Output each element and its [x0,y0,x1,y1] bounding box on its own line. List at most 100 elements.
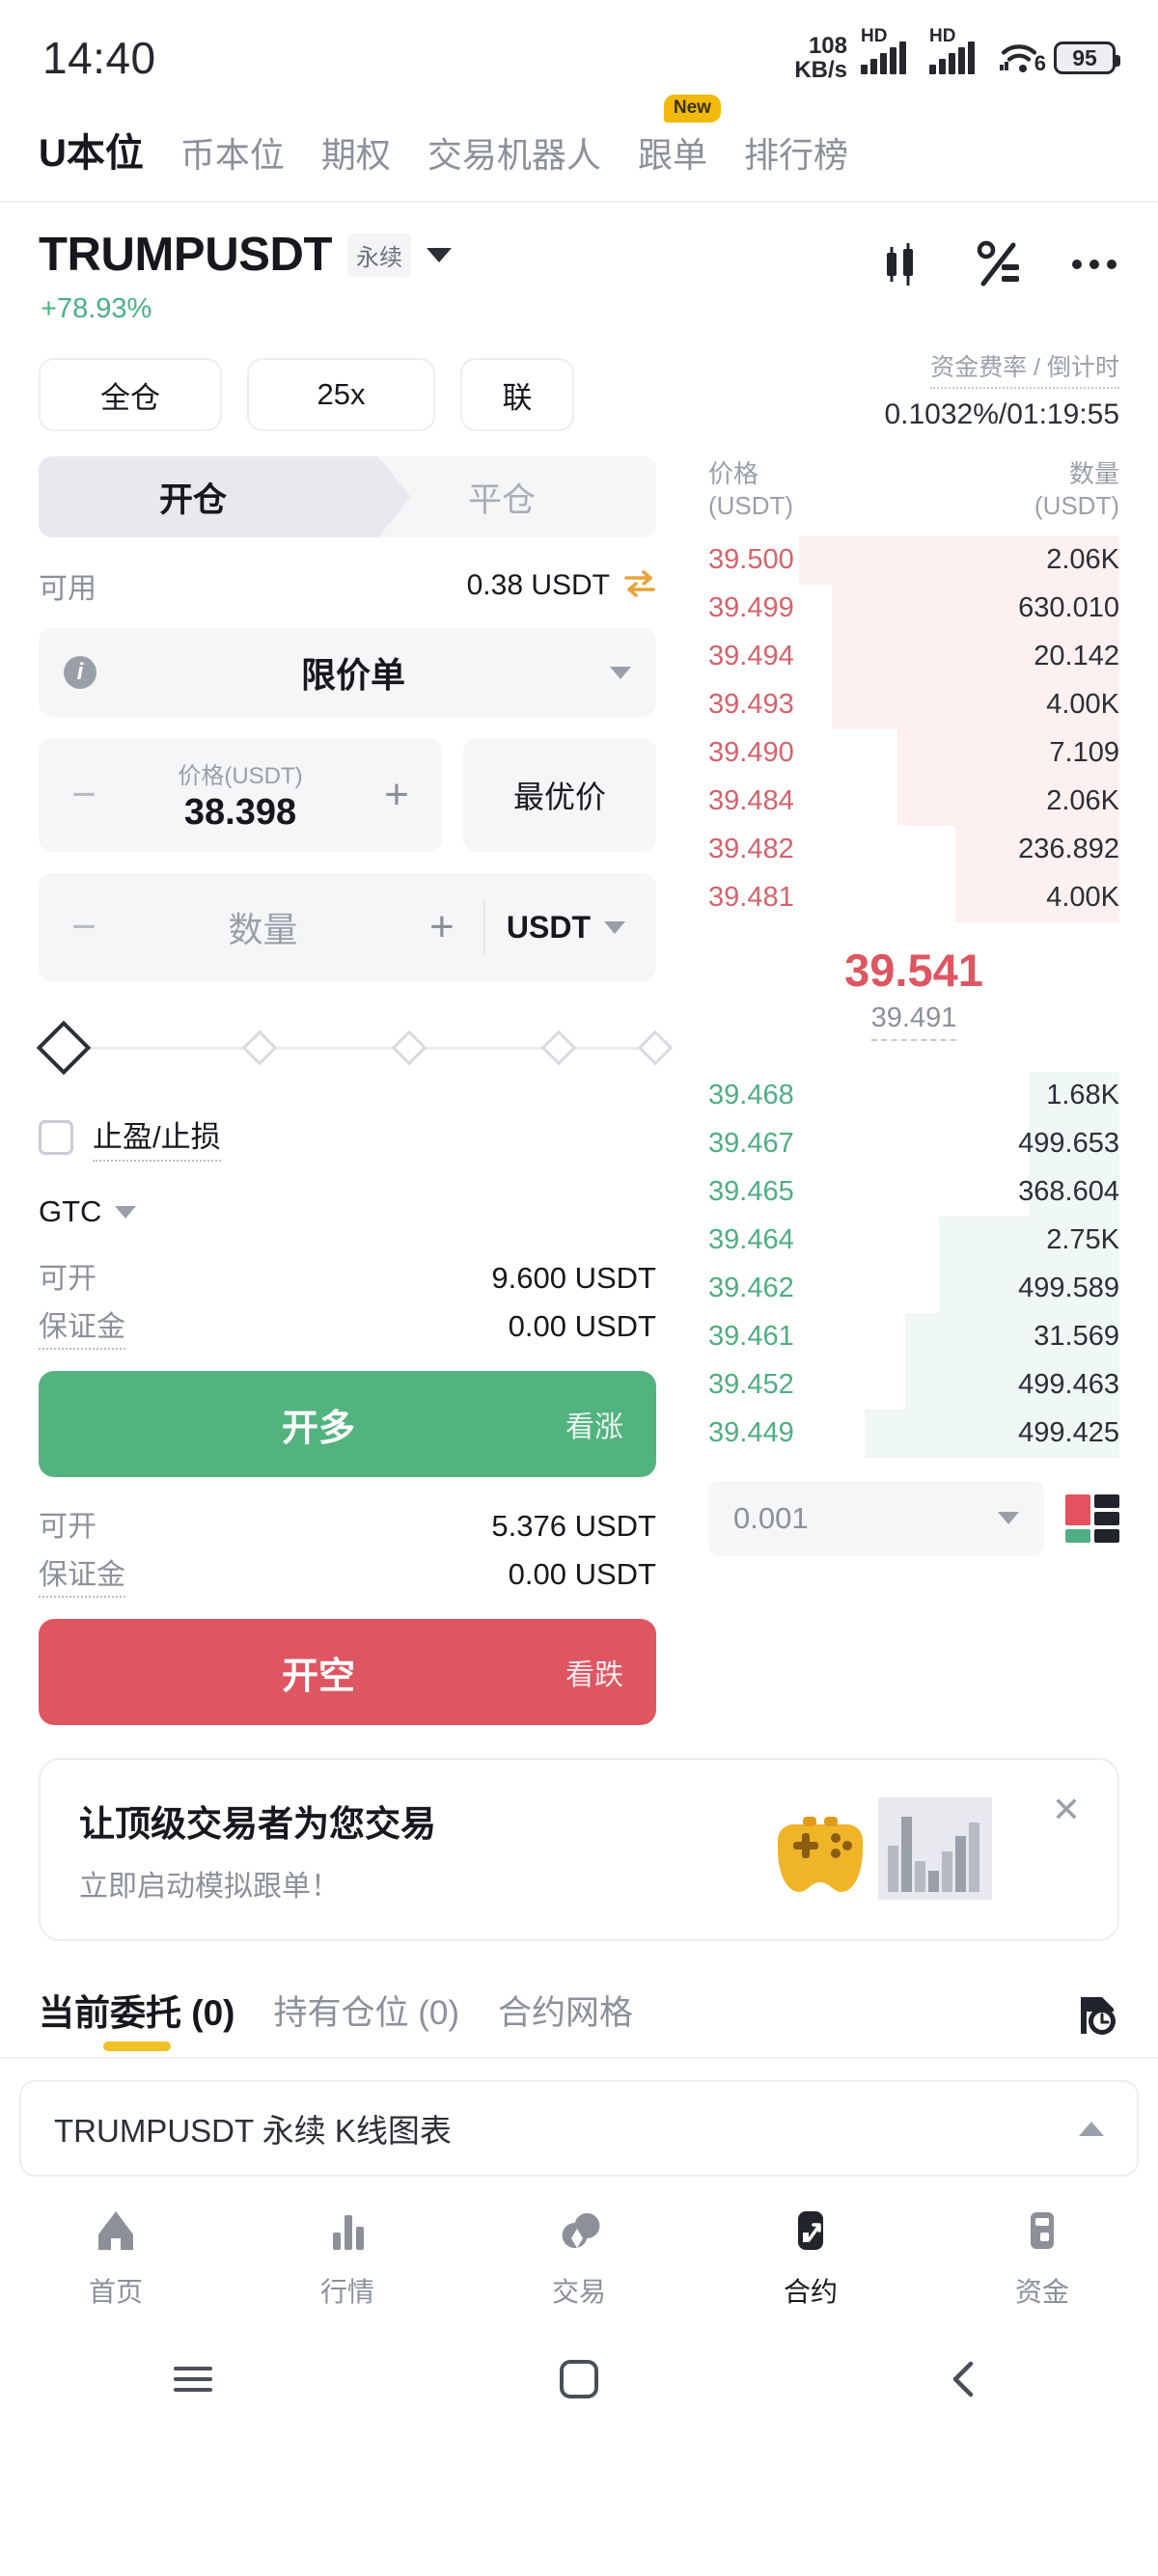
system-menu-button[interactable] [0,2363,386,2396]
candlestick-chart-icon[interactable] [880,239,930,294]
nav-assets[interactable]: 资金 [926,2206,1158,2310]
wifi-icon: 6 [998,41,1046,75]
qty-unit-select[interactable]: USDT [507,910,631,945]
tpsl-checkbox[interactable] [39,1119,73,1155]
quantity-input[interactable]: − 数量 + USDT [39,873,656,981]
tab-options[interactable]: 期权 [321,127,391,179]
margin-mode-button[interactable]: 全仓 [39,358,222,431]
bid-row[interactable]: 39.461 31.569 [708,1312,1119,1361]
tab-trading-bot[interactable]: 交易机器人 [427,127,601,179]
funding-label[interactable]: 资金费率 / 倒计时 [930,348,1119,389]
nav-futures[interactable]: 合约 [695,2206,926,2310]
ask-row[interactable]: 39.500 2.06K [708,535,1119,585]
price-decrement-button[interactable]: − [64,774,104,816]
orderbook: 资金费率 / 倒计时 0.1032%/01:19:55 价格 (USDT) 数量… [695,348,1158,1556]
short-avail-label: 可开 [39,1511,96,1543]
open-long-button[interactable]: 开多 看涨 [39,1371,656,1477]
tab-positions[interactable]: 持有仓位 (0) [274,1986,460,2052]
tick-size-select[interactable]: 0.001 [708,1480,1044,1556]
position-mode-button[interactable]: 联 [460,358,574,431]
tpsl-label[interactable]: 止盈/止损 [93,1112,221,1162]
price-value[interactable]: 38.398 [104,792,376,834]
amount-slider[interactable] [36,1020,674,1078]
chevron-down-icon[interactable] [610,666,631,679]
bid-row[interactable]: 39.468 1.68K [708,1071,1119,1120]
tab-coin-based[interactable]: 币本位 [180,127,285,179]
ask-row[interactable]: 39.499 630.010 [708,584,1119,633]
best-price-button[interactable]: 最优价 [463,738,656,852]
symbol-info[interactable]: TRUMPUSDT 永续 +78.93% [39,228,452,325]
nav-trade[interactable]: 交易 [463,2206,695,2310]
info-icon[interactable]: i [64,656,96,689]
ask-row[interactable]: 39.490 7.109 [708,728,1119,778]
tab-u-based[interactable]: U本位 [39,122,144,179]
chevron-up-icon[interactable] [1079,2121,1104,2136]
segment-close[interactable]: 平仓 [347,456,656,537]
chevron-down-icon[interactable] [604,920,625,934]
price-increment-button[interactable]: + [376,774,417,816]
banner-text: 让顶级交易者为您交易 立即启动模拟跟单！ [79,1795,436,1905]
tab-open-orders[interactable]: 当前委托 (0) [39,1984,235,2053]
orderbook-col-qty: 数量 (USDT) [1034,459,1119,521]
qty-decrement-button[interactable]: − [64,906,104,948]
bottom-nav[interactable]: 首页 行情 交易 合约 资金 [0,2177,1158,2321]
tpsl-row[interactable]: 止盈/止损 [39,1112,656,1162]
slider-tick-75[interactable] [540,1029,577,1066]
slider-tick-50[interactable] [391,1029,427,1066]
top-tab-bar[interactable]: U本位 币本位 期权 交易机器人 跟单 New 排行榜 [0,95,1158,201]
order-type-select[interactable]: i 限价单 [39,628,656,717]
segment-open[interactable]: 开仓 [39,456,347,537]
time-in-force-select[interactable]: GTC [39,1194,656,1229]
nav-markets[interactable]: 行情 [232,2206,463,2310]
signal-bars-1-icon: HD [861,26,916,74]
tab-futures-grid[interactable]: 合约网格 [498,1986,633,2052]
bid-row[interactable]: 39.465 368.604 [708,1167,1119,1217]
copy-trading-banner[interactable]: 让顶级交易者为您交易 立即启动模拟跟单！ ✕ [39,1758,1119,1941]
system-back-button[interactable] [772,2358,1158,2400]
slider-tick-25[interactable] [241,1029,278,1066]
symbol-name[interactable]: TRUMPUSDT [39,228,332,282]
chevron-down-icon[interactable] [427,247,452,262]
row-qty: 630.010 [1018,592,1119,624]
ask-row[interactable]: 39.494 20.142 [708,632,1119,681]
tab-copy-trading[interactable]: 跟单 New [638,95,721,179]
system-home-button[interactable] [386,2358,772,2400]
ask-row[interactable]: 39.481 4.00K [708,873,1119,922]
transfer-icon[interactable] [623,569,656,603]
more-options-icon[interactable] [1069,255,1119,279]
calculator-icon[interactable] [975,239,1025,294]
bid-row[interactable]: 39.464 2.75K [708,1216,1119,1265]
system-nav-bar[interactable] [0,2321,1158,2437]
price-input[interactable]: − 价格(USDT) 38.398 + [39,738,442,852]
order-tab-bar[interactable]: 当前委托 (0) 持有仓位 (0) 合约网格 [0,1941,1158,2053]
mark-price[interactable]: 39.491 [870,1002,957,1041]
tab-leaderboard[interactable]: 排行榜 [744,127,848,179]
chevron-down-icon[interactable] [998,1512,1019,1525]
bid-row[interactable]: 39.462 499.589 [708,1264,1119,1313]
depth-layout-toggle-icon[interactable] [1065,1494,1119,1543]
bid-row[interactable]: 39.452 499.463 [708,1360,1119,1410]
kline-chart-bar[interactable]: TRUMPUSDT 永续 K线图表 [19,2080,1139,2177]
bid-row[interactable]: 39.467 499.653 [708,1119,1119,1168]
chevron-down-icon[interactable] [115,1205,137,1219]
bid-row[interactable]: 39.449 499.425 [708,1409,1119,1458]
long-avail-label: 可开 [39,1263,96,1295]
markets-icon [333,2215,364,2250]
ask-row[interactable]: 39.482 236.892 [708,825,1119,874]
open-close-segment[interactable]: 开仓 平仓 [39,456,656,537]
row-qty: 4.00K [1046,689,1119,721]
order-history-icon[interactable] [1075,1994,1119,2043]
open-short-button[interactable]: 开空 看跌 [39,1619,656,1725]
nav-home[interactable]: 首页 [0,2206,232,2310]
qty-increment-button[interactable]: + [422,906,462,948]
ask-row[interactable]: 39.484 2.06K [708,777,1119,826]
slider-handle[interactable] [36,1020,92,1076]
leverage-button[interactable]: 25x [247,358,435,431]
ask-row[interactable]: 39.493 4.00K [708,680,1119,729]
open-short-label: 开空 [281,1656,355,1697]
row-qty: 31.569 [1034,1321,1119,1353]
qty-placeholder[interactable]: 数量 [104,902,422,952]
slider-tick-100[interactable] [637,1029,674,1066]
banner-close-icon[interactable]: ✕ [1052,1793,1081,1827]
available-row: 可用 0.38 USDT [39,564,656,607]
